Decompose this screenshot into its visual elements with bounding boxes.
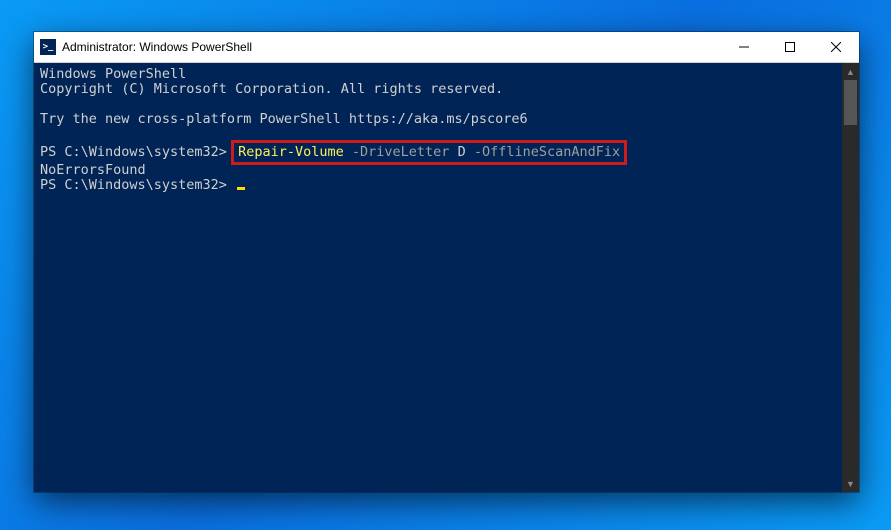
cursor — [237, 187, 245, 190]
scroll-up-button[interactable]: ▲ — [842, 63, 859, 80]
close-button[interactable] — [813, 32, 859, 62]
banner-line-2: Copyright (C) Microsoft Corporation. All… — [40, 81, 503, 97]
scroll-thumb[interactable] — [844, 80, 857, 125]
titlebar[interactable]: >_ Administrator: Windows PowerShell — [34, 32, 859, 63]
terminal-area[interactable]: Windows PowerShell Copyright (C) Microso… — [34, 63, 842, 492]
vertical-scrollbar[interactable]: ▲ ▼ — [842, 63, 859, 492]
try-line-prefix: Try the new cross-platform PowerShell — [40, 111, 349, 127]
prompt-1: PS C:\Windows\system32> — [40, 144, 227, 160]
powershell-icon: >_ — [40, 39, 56, 55]
prompt-2: PS C:\Windows\system32> — [40, 177, 227, 193]
pscore6-link[interactable]: https://aka.ms/pscore6 — [349, 111, 528, 127]
powershell-window: >_ Administrator: Windows PowerShell Win… — [34, 32, 859, 492]
highlighted-command: Repair-Volume -DriveLetter D -OfflineSca… — [231, 140, 627, 165]
param1-token: -DriveLetter — [352, 144, 450, 160]
minimize-button[interactable] — [721, 32, 767, 62]
window-icon: >_ — [34, 39, 62, 55]
param2-token: -OfflineScanAndFix — [474, 144, 620, 160]
cmdlet-token: Repair-Volume — [238, 144, 344, 160]
maximize-button[interactable] — [767, 32, 813, 62]
arg1-token: D — [458, 144, 466, 160]
window-title: Administrator: Windows PowerShell — [62, 40, 252, 54]
banner-line-1: Windows PowerShell — [40, 66, 186, 82]
scroll-down-button[interactable]: ▼ — [842, 475, 859, 492]
output-line: NoErrorsFound — [40, 162, 146, 178]
